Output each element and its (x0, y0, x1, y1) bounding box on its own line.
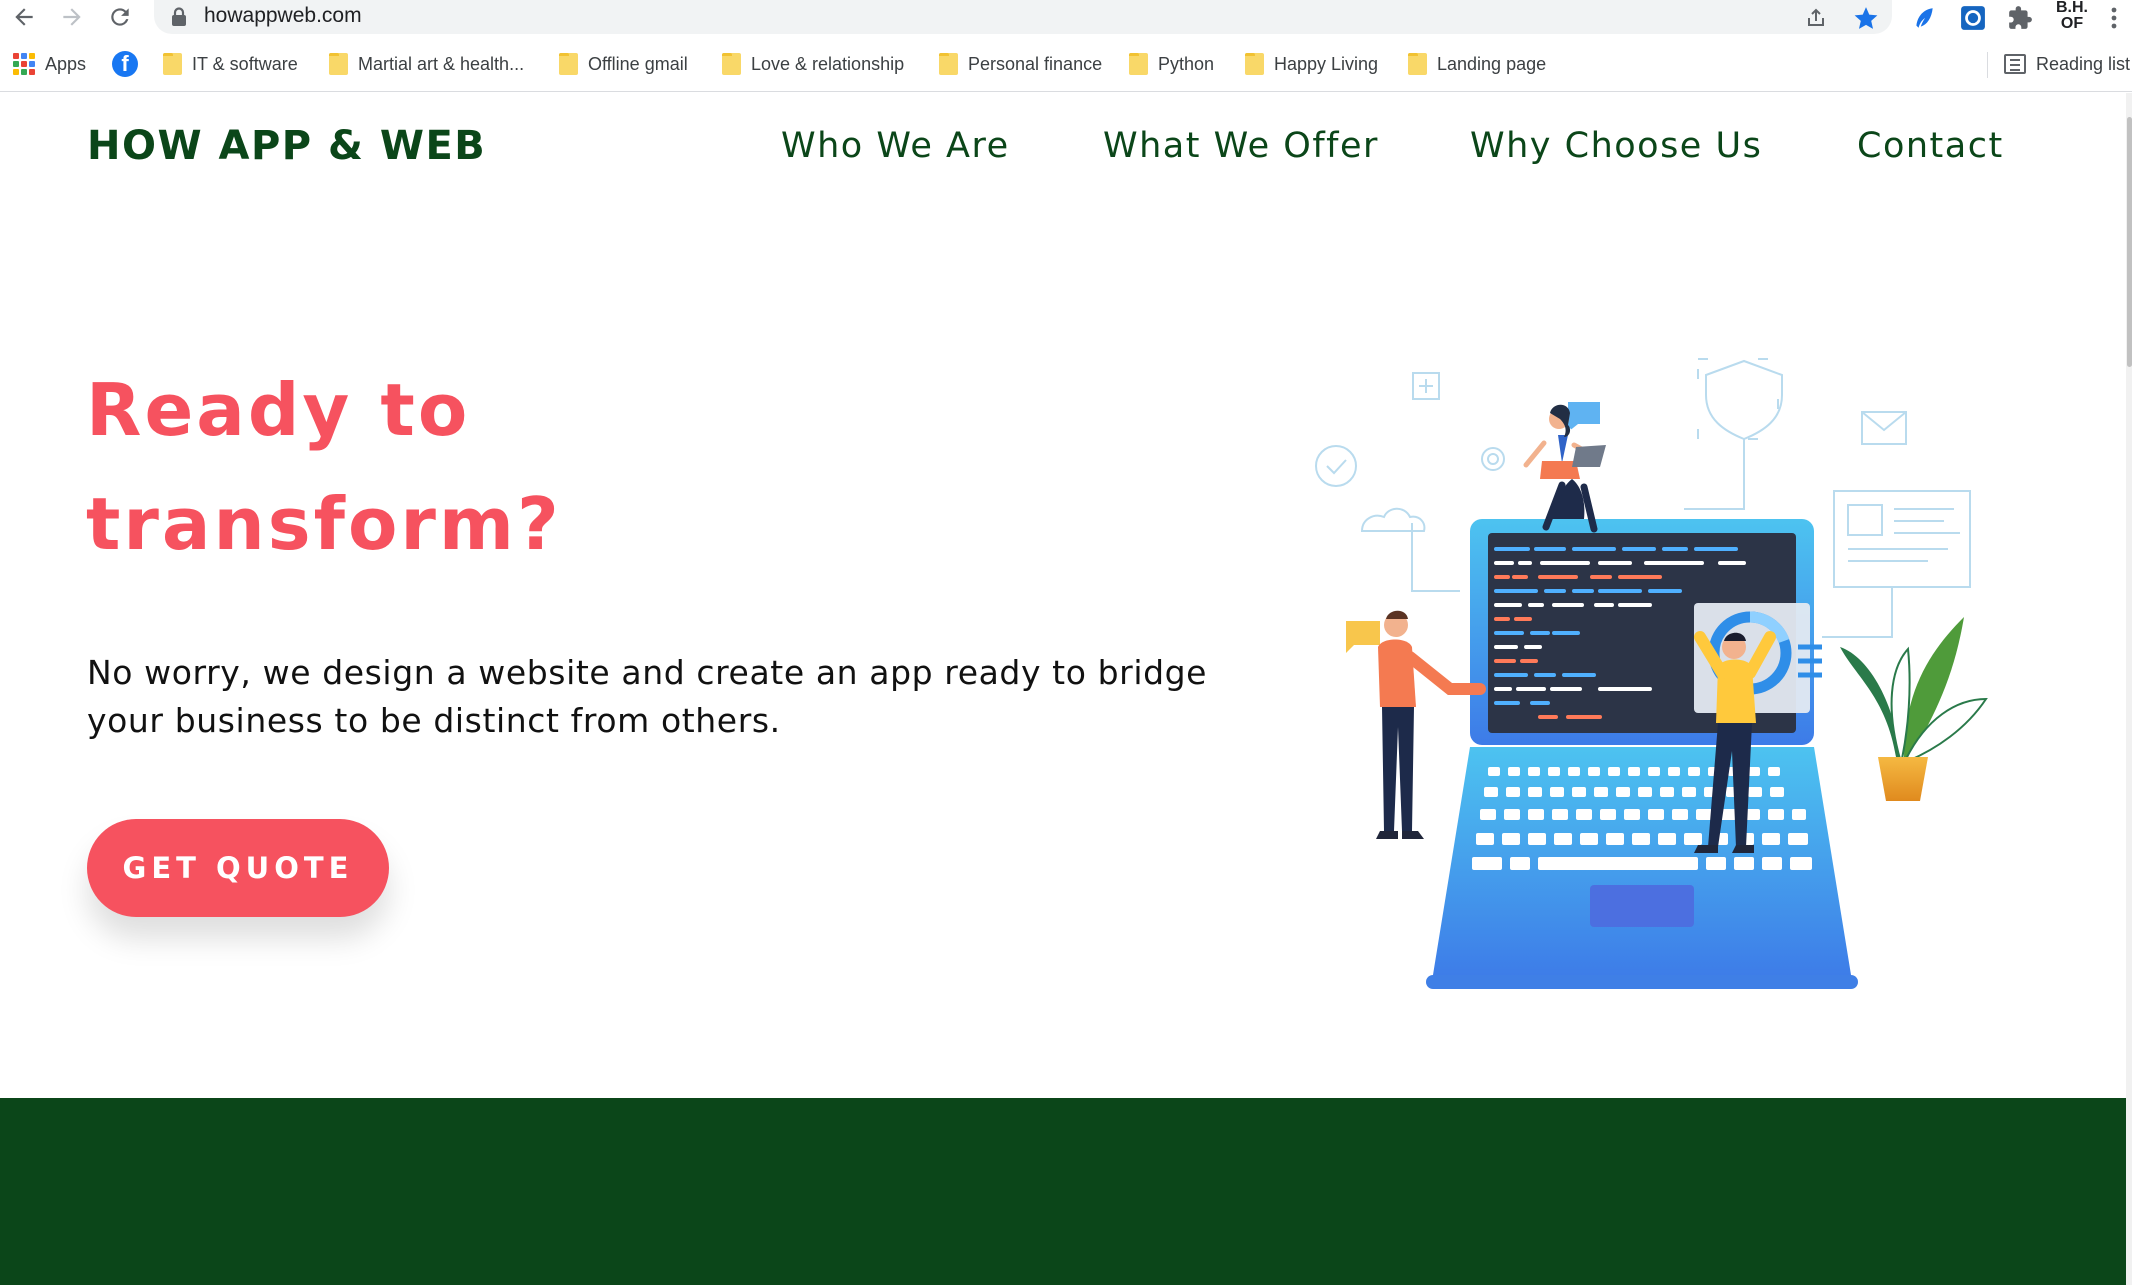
bookmark-label: Landing page (1437, 53, 1547, 74)
bookmark-martial-art[interactable]: Martial art & health... (329, 50, 524, 78)
bookmark-personal-finance[interactable]: Personal finance (939, 50, 1102, 78)
hero-illustration (1315, 358, 1988, 989)
bookmark-facebook[interactable]: f (112, 50, 138, 78)
nav-why-choose-us[interactable]: Why Choose Us (1470, 126, 1762, 166)
extensions-puzzle-icon[interactable] (2004, 2, 2036, 34)
hero-title-line1: Ready to (86, 368, 471, 452)
get-quote-label: GET QUOTE (122, 851, 354, 885)
bookmark-love-relationship[interactable]: Love & relationship (722, 50, 904, 78)
get-quote-button[interactable]: GET QUOTE (87, 819, 389, 917)
bookmark-label: Personal finance (968, 53, 1103, 74)
folder-icon (559, 53, 578, 75)
green-section-band (0, 1098, 2126, 1285)
reading-list-label: Reading list (2036, 53, 2131, 74)
share-icon[interactable] (1801, 3, 1831, 33)
facebook-icon: f (112, 51, 138, 77)
folder-icon (1245, 53, 1264, 75)
scrollbar-thumb[interactable] (2127, 117, 2132, 367)
forward-arrow-icon (63, 8, 81, 26)
more-menu-icon[interactable] (2108, 4, 2120, 32)
bookmarks-bar: Apps f IT & software Martial art & healt… (0, 40, 2132, 92)
profile-label: B.H. OF (2056, 0, 2088, 32)
folder-icon (722, 53, 741, 75)
bookmark-label: Happy Living (1274, 53, 1379, 74)
sync-extension-icon[interactable] (1957, 2, 1989, 34)
reading-list-icon (2004, 54, 2026, 74)
bookmark-label: Martial art & health... (358, 53, 525, 74)
hero-title-line2: transform? (86, 482, 562, 566)
reading-list-button[interactable]: Reading list (2004, 50, 2130, 78)
feather-extension-icon[interactable] (1908, 2, 1940, 34)
profile-avatar[interactable]: B.H. OF (2052, 0, 2092, 32)
bookmarks-divider (1987, 52, 1988, 78)
back-button[interactable] (4, 0, 44, 34)
nav-who-we-are[interactable]: Who We Are (781, 126, 1010, 166)
hero-description: No worry, we design a website and create… (87, 653, 1208, 740)
site-logo[interactable]: HOW APP & WEB (87, 123, 486, 169)
hero-title: Ready to transform? (86, 353, 786, 581)
reload-button[interactable] (100, 0, 140, 34)
bookmark-apps[interactable]: Apps (13, 50, 86, 78)
apps-grid-icon (13, 53, 35, 75)
bookmark-landing-page[interactable]: Landing page (1408, 50, 1546, 78)
back-arrow-icon (15, 8, 33, 26)
bookmark-offline-gmail[interactable]: Offline gmail (559, 50, 688, 78)
bookmark-label: IT & software (192, 53, 298, 74)
bookmark-it-software[interactable]: IT & software (163, 50, 298, 78)
folder-icon (163, 53, 182, 75)
bookmark-python[interactable]: Python (1129, 50, 1214, 78)
bookmark-label: Apps (45, 53, 87, 74)
browser-toolbar: howappweb.com B.H. OF (0, 0, 2132, 38)
address-bar[interactable]: howappweb.com (154, 0, 1892, 34)
bookmark-label: Love & relationship (751, 53, 905, 74)
bookmark-label: Offline gmail (588, 53, 688, 74)
folder-icon (1129, 53, 1148, 75)
folder-icon (329, 53, 348, 75)
lock-icon (172, 7, 186, 26)
url-text[interactable]: howappweb.com (204, 4, 362, 28)
folder-icon (1408, 53, 1427, 75)
reload-icon (111, 8, 129, 26)
bookmark-label: Python (1158, 53, 1215, 74)
folder-icon (939, 53, 958, 75)
page-scrollbar[interactable] (2126, 93, 2132, 1285)
nav-contact[interactable]: Contact (1857, 126, 2004, 166)
nav-what-we-offer[interactable]: What We Offer (1103, 126, 1379, 166)
web-page: HOW APP & WEB Who We Are What We Offer W… (0, 93, 2126, 1285)
bookmark-happy-living[interactable]: Happy Living (1245, 50, 1378, 78)
bookmark-star-icon[interactable] (1851, 3, 1881, 33)
forward-button[interactable] (52, 0, 92, 34)
